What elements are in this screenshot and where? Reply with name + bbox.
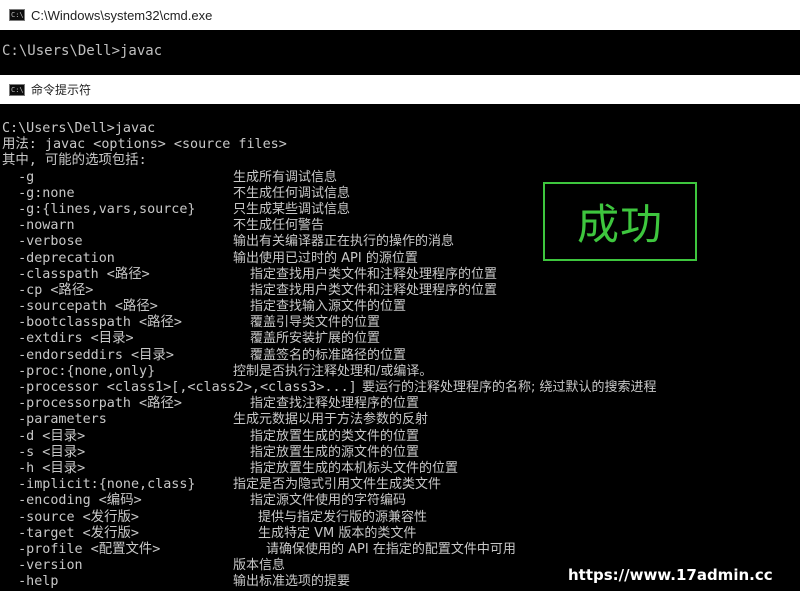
option-description: 指定放置生成的源文件的位置: [250, 444, 420, 460]
second-window-title-bar[interactable]: C:\ 命令提示符: [0, 75, 800, 104]
window-title: C:\Windows\system32\cmd.exe: [31, 7, 213, 23]
option-line: -source <发行版> 提供与指定发行版的源兼容性: [2, 510, 800, 526]
option-flag: -deprecation: [2, 250, 115, 266]
option-flag: -processor <class1>[,<class2>,<class3>..…: [2, 380, 357, 395]
option-description: 输出使用已过时的 API 的源位置: [233, 250, 418, 266]
option-description: 输出有关编译器正在执行的操作的消息: [233, 234, 455, 250]
option-line: -processorpath <路径> 指定查找注释处理程序的位置: [2, 396, 800, 412]
option-line: -parameters 生成元数据以用于方法参数的反射: [2, 412, 800, 428]
console-line: C:\Users\Dell>javac: [2, 121, 156, 136]
console-line: 用法: javac <options> <source files>: [2, 137, 287, 153]
cmd-icon: C:\: [9, 9, 25, 21]
option-description: 覆盖引导类文件的位置: [250, 315, 381, 331]
success-banner-text: 成功: [576, 200, 663, 249]
option-flag: -g: [2, 169, 35, 185]
option-flag: -d <目录>: [2, 428, 86, 444]
option-line: -processor <class1>[,<class2>,<class3>..…: [2, 380, 800, 396]
option-line: -encoding <编码> 指定源文件使用的字符编码: [2, 493, 800, 509]
option-flag: -g:{lines,vars,source}: [2, 201, 196, 217]
option-flag: -proc:{none,only}: [2, 363, 156, 379]
option-flag: -nowarn: [2, 218, 75, 234]
option-description: 请确保使用的 API 在指定的配置文件中可用: [266, 541, 516, 557]
option-description: 要运行的注释处理程序的名称; 绕过默认的搜索进程: [362, 380, 657, 395]
option-flag: -encoding <编码>: [2, 493, 142, 509]
option-flag: -help: [2, 574, 59, 590]
option-flag: -h <目录>: [2, 460, 86, 476]
option-description: 指定查找用户类文件和注释处理程序的位置: [250, 266, 498, 282]
option-description: 指定源文件使用的字符编码: [250, 493, 407, 509]
option-description: 生成元数据以用于方法参数的反射: [233, 412, 429, 428]
option-flag: -profile <配置文件>: [2, 541, 161, 557]
option-line: -endorseddirs <目录> 覆盖签名的标准路径的位置: [2, 348, 800, 364]
option-description: 生成特定 VM 版本的类文件: [258, 525, 417, 541]
option-line: -classpath <路径> 指定查找用户类文件和注释处理程序的位置: [2, 267, 800, 283]
option-line: -s <目录> 指定放置生成的源文件的位置: [2, 445, 800, 461]
option-flag: -parameters: [2, 412, 107, 428]
success-banner: 成功: [543, 182, 697, 261]
window-title-bar[interactable]: C:\ C:\Windows\system32\cmd.exe: [0, 0, 800, 30]
option-flag: -source <发行版>: [2, 509, 139, 525]
option-flag: -target <发行版>: [2, 525, 139, 541]
watermark: https://www.17admin.cc: [568, 566, 773, 584]
option-description: 版本信息: [233, 558, 286, 574]
option-description: 覆盖签名的标准路径的位置: [250, 347, 407, 363]
cmd-icon: C:\: [9, 83, 25, 96]
option-description: 控制是否执行注释处理和/或编译。: [233, 363, 433, 379]
first-prompt-line: C:\Users\Dell>javac: [2, 43, 163, 59]
option-flag: -processorpath <路径>: [2, 396, 182, 412]
option-flag: -extdirs <目录>: [2, 331, 134, 347]
option-description: 提供与指定发行版的源兼容性: [258, 509, 428, 525]
option-description: 指定是否为隐式引用文件生成类文件: [233, 477, 442, 493]
option-flag: -s <目录>: [2, 444, 86, 460]
option-line: -d <目录> 指定放置生成的类文件的位置: [2, 429, 800, 445]
second-window-title: 命令提示符: [31, 83, 92, 97]
option-line: -bootclasspath <路径> 覆盖引导类文件的位置: [2, 315, 800, 331]
option-line: -proc:{none,only} 控制是否执行注释处理和/或编译。: [2, 364, 800, 380]
option-line: -h <目录> 指定放置生成的本机标头文件的位置: [2, 461, 800, 477]
option-description: 指定放置生成的本机标头文件的位置: [250, 460, 459, 476]
option-flag: -bootclasspath <路径>: [2, 315, 182, 331]
option-flag: -classpath <路径>: [2, 266, 150, 282]
option-flag: -endorseddirs <目录>: [2, 347, 174, 363]
option-flag: -verbose: [2, 234, 83, 250]
option-line: -profile <配置文件> 请确保使用的 API 在指定的配置文件中可用: [2, 542, 800, 558]
option-line: -sourcepath <路径> 指定查找输入源文件的位置: [2, 299, 800, 315]
option-description: 输出标准选项的提要: [233, 574, 351, 590]
option-line: -target <发行版> 生成特定 VM 版本的类文件: [2, 526, 800, 542]
option-flag: -g:none: [2, 185, 75, 201]
console-line: 其中, 可能的选项包括:: [2, 153, 147, 169]
option-line: -extdirs <目录> 覆盖所安装扩展的位置: [2, 331, 800, 347]
option-description: 生成所有调试信息: [233, 169, 338, 185]
option-line: -implicit:{none,class} 指定是否为隐式引用文件生成类文件: [2, 477, 800, 493]
option-line: -cp <路径> 指定查找用户类文件和注释处理程序的位置: [2, 283, 800, 299]
option-description: 只生成某些调试信息: [233, 201, 351, 217]
option-description: 指定放置生成的类文件的位置: [250, 428, 420, 444]
option-flag: -version: [2, 558, 83, 574]
option-flag: -cp <路径>: [2, 282, 94, 298]
option-description: 指定查找用户类文件和注释处理程序的位置: [250, 282, 498, 298]
option-description: 不生成任何警告: [233, 218, 325, 234]
option-description: 指定查找注释处理程序的位置: [250, 396, 420, 412]
option-flag: -sourcepath <路径>: [2, 299, 158, 315]
option-description: 不生成任何调试信息: [233, 185, 351, 201]
option-description: 指定查找输入源文件的位置: [250, 299, 407, 315]
option-description: 覆盖所安装扩展的位置: [250, 331, 381, 347]
option-flag: -implicit:{none,class}: [2, 477, 196, 493]
